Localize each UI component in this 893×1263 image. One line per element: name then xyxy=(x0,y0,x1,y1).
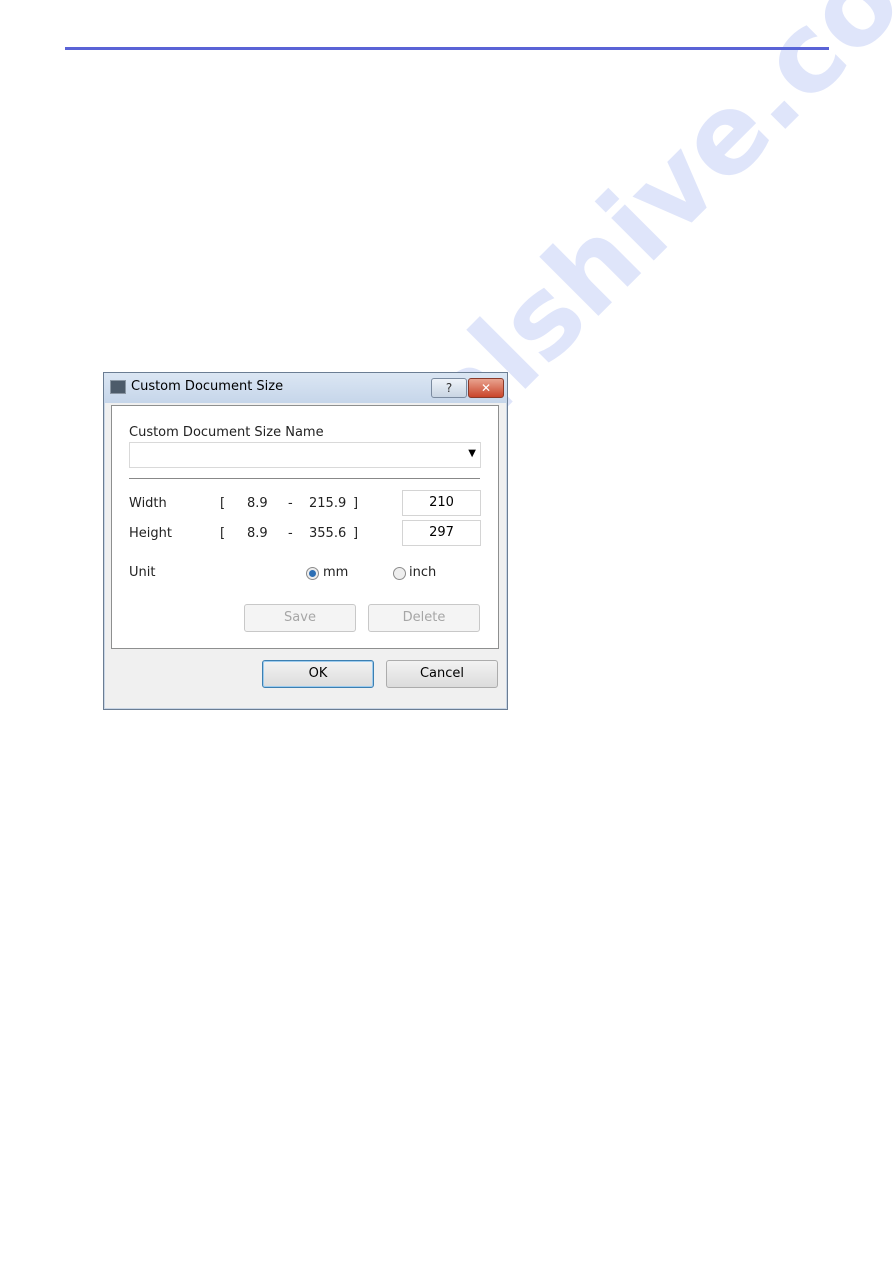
height-range-close: ] xyxy=(353,526,359,541)
help-button[interactable]: ? xyxy=(431,378,467,398)
width-input[interactable]: 210 xyxy=(402,490,481,516)
unit-mm-label[interactable]: mm xyxy=(323,565,348,580)
settings-panel: Custom Document Size Name ▼ Width [ 8.9 … xyxy=(111,405,499,649)
width-max: 215.9 xyxy=(309,496,347,511)
ok-button[interactable]: OK xyxy=(262,660,374,688)
custom-document-size-dialog: Custom Document Size ? ✕ Custom Document… xyxy=(103,372,508,710)
name-label: Custom Document Size Name xyxy=(129,425,324,440)
header-rule xyxy=(65,47,829,50)
height-input[interactable]: 297 xyxy=(402,520,481,546)
width-range-open: [ xyxy=(220,496,226,511)
width-range-close: ] xyxy=(353,496,359,511)
dialog-title: Custom Document Size xyxy=(131,379,284,394)
width-min: 8.9 xyxy=(247,496,268,511)
close-button[interactable]: ✕ xyxy=(468,378,504,398)
height-min: 8.9 xyxy=(247,526,268,541)
window-icon xyxy=(110,380,126,394)
save-button[interactable]: Save xyxy=(244,604,356,632)
unit-inch-radio[interactable] xyxy=(393,567,406,580)
height-dash: - xyxy=(288,526,293,541)
unit-inch-label[interactable]: inch xyxy=(409,565,436,580)
delete-button[interactable]: Delete xyxy=(368,604,480,632)
cancel-button[interactable]: Cancel xyxy=(386,660,498,688)
unit-label: Unit xyxy=(129,565,156,580)
divider xyxy=(129,478,480,479)
height-range-open: [ xyxy=(220,526,226,541)
width-label: Width xyxy=(129,496,167,511)
name-combobox[interactable]: ▼ xyxy=(129,442,481,468)
unit-mm-radio[interactable] xyxy=(306,567,319,580)
chevron-down-icon[interactable]: ▼ xyxy=(468,448,476,459)
width-dash: - xyxy=(288,496,293,511)
height-label: Height xyxy=(129,526,172,541)
height-max: 355.6 xyxy=(309,526,347,541)
title-bar[interactable]: Custom Document Size ? ✕ xyxy=(104,373,507,403)
